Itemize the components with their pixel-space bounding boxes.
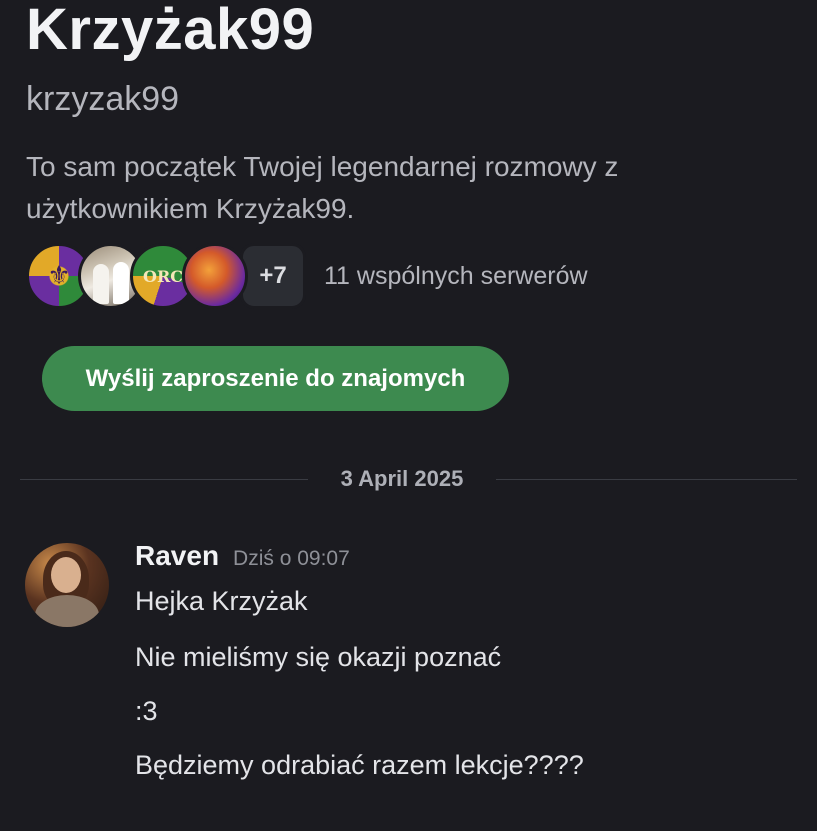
conversation-intro-text: To sam początek Twojej legendarnej rozmo… [26,151,619,224]
message-timestamp: Dziś o 09:07 [233,547,350,570]
message-text[interactable]: :3 [135,696,158,727]
more-servers-badge[interactable]: +7 [240,243,306,309]
message-text[interactable]: Nie mieliśmy się okazji poznać [135,642,501,673]
avatar[interactable] [25,543,109,627]
profile-username: krzyzak99 [26,80,180,118]
mutual-servers-label[interactable]: 11 wspólnych serwerów [324,262,588,291]
server-icon-fire[interactable] [182,243,248,309]
message-author[interactable]: Raven [135,540,219,572]
dm-screen: Krzyżak99 krzyzak99 To sam początek Twoj… [0,0,817,831]
mutual-servers[interactable]: ⚜ ORC +7 11 wspólnych serwerów [26,243,588,309]
divider-line-left [20,479,308,480]
divider-date: 3 April 2025 [340,466,464,491]
divider-line-right [496,479,797,480]
message-text[interactable]: Hejka Krzyżak [135,586,308,617]
profile-display-name: Krzyżak99 [26,0,315,62]
date-divider: 3 April 2025 [20,466,797,494]
message-header: Raven Dziś o 09:07 [135,540,350,572]
send-friend-request-button[interactable]: Wyślij zaproszenie do znajomych [42,346,509,411]
message-text[interactable]: Będziemy odrabiać razem lekcje???? [135,750,584,781]
